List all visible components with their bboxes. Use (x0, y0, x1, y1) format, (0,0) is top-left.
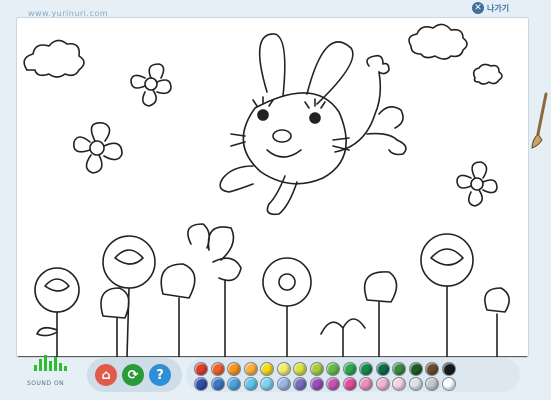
color-swatch[interactable] (375, 362, 390, 376)
color-swatch[interactable] (293, 362, 307, 376)
paintbrush-icon (526, 92, 550, 152)
refresh-button[interactable]: ⟳ (122, 364, 144, 386)
cloud-small-right[interactable] (472, 63, 503, 85)
color-swatch[interactable] (342, 377, 357, 391)
refresh-icon: ⟳ (127, 367, 139, 383)
color-swatch[interactable] (408, 362, 423, 376)
exit-label: 나가기 (487, 3, 510, 13)
cloud-right[interactable] (408, 23, 468, 60)
color-swatch[interactable] (359, 377, 373, 391)
color-swatch[interactable] (260, 362, 274, 376)
color-swatch[interactable] (441, 362, 456, 376)
small-flower-top[interactable] (130, 63, 172, 107)
color-swatch[interactable] (342, 362, 357, 376)
cloud-left[interactable] (23, 39, 85, 78)
color-swatch[interactable] (210, 362, 225, 376)
rabbit-figure[interactable] (219, 33, 407, 216)
sound-equalizer-icon[interactable] (34, 355, 67, 371)
color-swatch[interactable] (276, 377, 291, 391)
help-button[interactable]: ? (149, 364, 171, 386)
color-swatch[interactable] (194, 377, 208, 391)
flower-garden[interactable] (17, 223, 528, 357)
small-flower-left[interactable] (73, 122, 123, 174)
color-swatch[interactable] (194, 362, 208, 376)
color-swatch[interactable] (408, 377, 423, 391)
color-swatch[interactable] (243, 377, 258, 391)
sound-label[interactable]: SOUND ON (27, 380, 64, 387)
color-swatch[interactable] (276, 362, 291, 376)
color-swatch[interactable] (227, 377, 241, 391)
color-swatch[interactable] (425, 377, 439, 391)
color-swatch[interactable] (326, 377, 340, 391)
color-swatch[interactable] (392, 362, 406, 376)
coloring-canvas[interactable] (16, 17, 529, 358)
color-swatch[interactable] (309, 362, 324, 376)
color-swatch[interactable] (441, 377, 456, 391)
color-swatch[interactable] (326, 362, 340, 376)
color-swatch[interactable] (243, 362, 258, 376)
color-swatch[interactable] (425, 362, 439, 376)
color-swatch[interactable] (227, 362, 241, 376)
color-swatch[interactable] (293, 377, 307, 391)
close-circle-icon: ✕ (472, 2, 484, 14)
small-flower-right[interactable] (456, 161, 498, 207)
color-swatch[interactable] (392, 377, 406, 391)
color-swatch[interactable] (309, 377, 324, 391)
color-swatch[interactable] (375, 377, 390, 391)
exit-button[interactable]: ✕ 나가기 (472, 1, 509, 15)
question-icon: ? (156, 367, 164, 383)
color-swatch[interactable] (359, 362, 373, 376)
eraser-icon: ⌂ (101, 367, 111, 383)
eraser-button[interactable]: ⌂ (95, 364, 117, 386)
color-swatch[interactable] (210, 377, 225, 391)
color-swatch[interactable] (260, 377, 274, 391)
